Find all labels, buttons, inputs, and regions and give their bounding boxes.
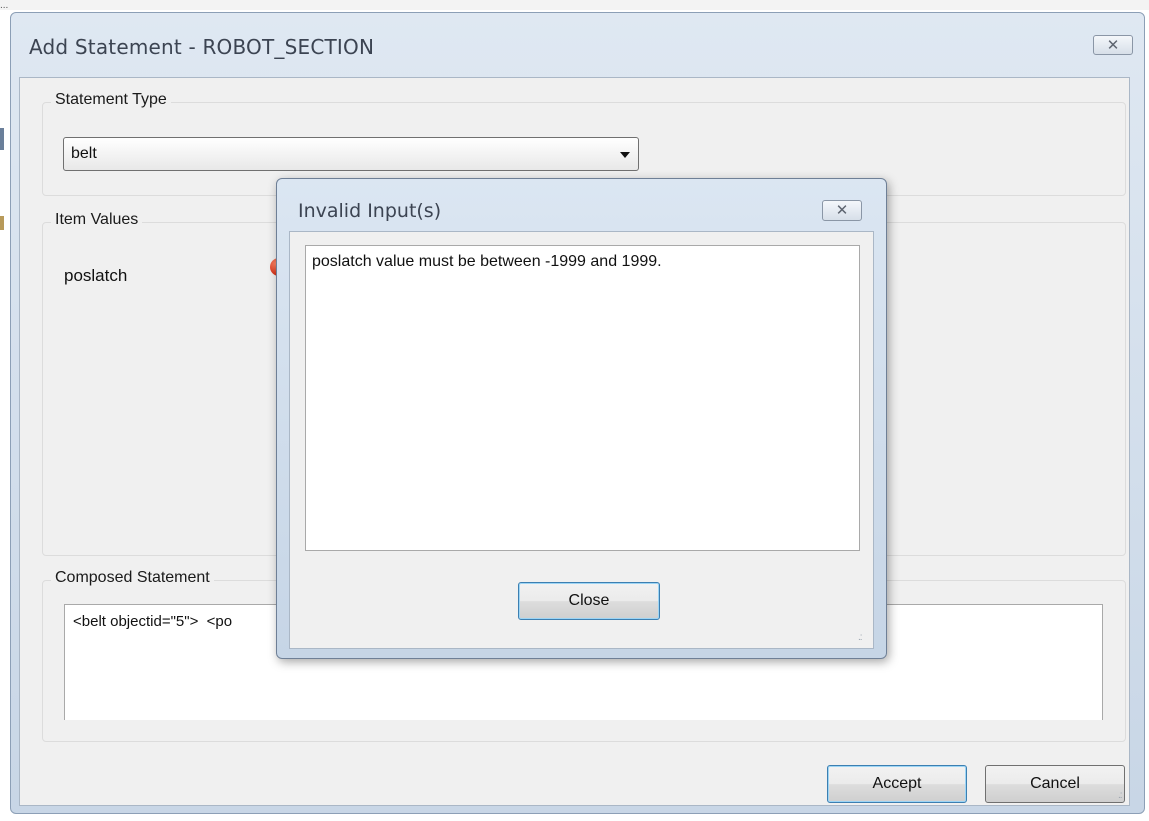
resize-grip-icon[interactable]: .:	[1118, 790, 1122, 801]
invalid-input-dialog: Invalid Input(s) ✕ poslatch value must b…	[276, 178, 887, 659]
statement-type-dropdown[interactable]: belt	[63, 137, 639, 171]
dialog-title: Add Statement - ROBOT_SECTION	[29, 35, 375, 59]
statement-type-value: belt	[71, 145, 97, 162]
close-icon: ✕	[1106, 36, 1120, 54]
close-button[interactable]: Close	[518, 582, 660, 620]
dialog-close-button[interactable]: ✕	[1093, 35, 1133, 55]
resize-grip-icon[interactable]: .:	[858, 632, 862, 643]
chevron-down-icon	[620, 152, 630, 158]
background-edge-mark	[0, 128, 4, 150]
popup-title: Invalid Input(s)	[298, 200, 442, 222]
error-message: poslatch value must be between -1999 and…	[312, 253, 662, 270]
background-title-fragment: ...	[0, 0, 9, 11]
close-icon: ✕	[835, 201, 849, 219]
error-message-box[interactable]: poslatch value must be between -1999 and…	[305, 245, 860, 551]
popup-client-area: poslatch value must be between -1999 and…	[289, 231, 874, 649]
popup-close-button[interactable]: ✕	[822, 200, 862, 221]
composed-statement-text: <belt objectid="5"> <po	[73, 613, 233, 630]
statement-type-label: Statement Type	[51, 91, 171, 109]
poslatch-label: poslatch	[64, 266, 128, 285]
accept-button[interactable]: Accept	[827, 765, 967, 803]
item-values-label: Item Values	[51, 211, 143, 229]
background-edge-mark	[0, 216, 4, 230]
cancel-button[interactable]: Cancel	[985, 765, 1125, 803]
composed-statement-label: Composed Statement	[51, 569, 214, 587]
background-window-strip	[0, 0, 1149, 10]
